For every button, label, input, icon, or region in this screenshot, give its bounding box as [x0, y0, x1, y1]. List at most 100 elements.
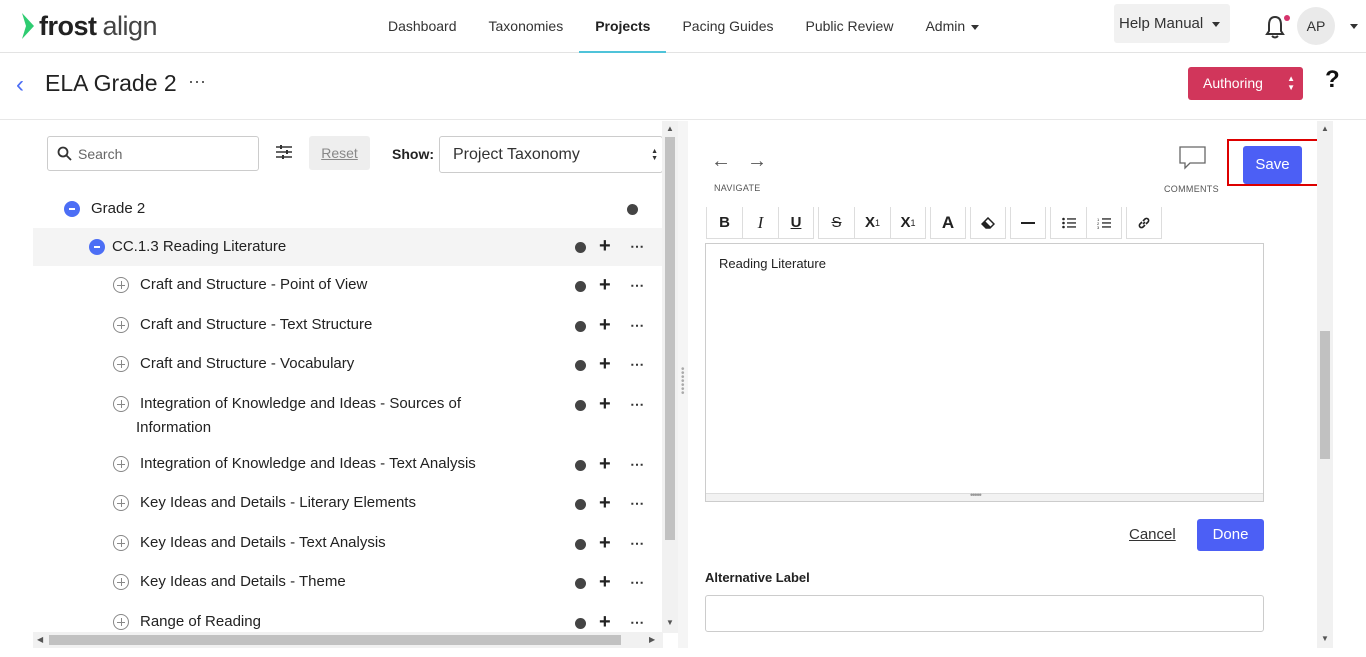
tree-node[interactable]: Range of Reading + ⋯ — [33, 610, 663, 634]
collapse-icon[interactable] — [89, 239, 105, 255]
scroll-down-arrow-icon[interactable]: ▼ — [1321, 635, 1329, 643]
back-arrow-icon[interactable]: ‹ — [16, 73, 24, 97]
expand-icon[interactable] — [113, 574, 129, 590]
tree-node[interactable]: Craft and Structure - Text Structure + ⋯ — [33, 313, 663, 343]
status-dropdown[interactable]: Authoring ▲ ▼ — [1188, 67, 1303, 100]
add-child-icon[interactable]: + — [599, 493, 611, 513]
bold-icon[interactable]: B — [706, 207, 742, 239]
more-options-icon[interactable]: ⋯ — [630, 575, 645, 589]
add-child-icon[interactable]: + — [599, 394, 611, 414]
expand-icon[interactable] — [113, 277, 129, 293]
filter-sliders-icon[interactable] — [276, 145, 292, 159]
more-options-icon[interactable]: ⋯ — [188, 72, 207, 93]
numbered-list-icon[interactable]: 123 — [1086, 207, 1122, 239]
cancel-link[interactable]: Cancel — [1129, 526, 1176, 543]
more-options-icon[interactable]: ⋯ — [630, 457, 645, 471]
help-manual-dropdown[interactable]: Help Manual — [1114, 4, 1230, 43]
expand-icon[interactable] — [113, 614, 129, 630]
add-child-icon[interactable]: + — [599, 315, 611, 335]
frost-align-logo[interactable]: frost align — [20, 10, 158, 42]
tree-node[interactable]: Craft and Structure - Point of View + ⋯ — [33, 273, 663, 303]
nav-pacing-guides[interactable]: Pacing Guides — [666, 0, 789, 53]
tree-node[interactable]: Key Ideas and Details - Literary Element… — [33, 491, 663, 521]
arrow-right-icon[interactable]: → — [747, 150, 767, 172]
rich-text-editor[interactable]: Reading Literature ••••• — [705, 243, 1264, 502]
nav-admin[interactable]: Admin — [909, 0, 995, 53]
expand-icon[interactable] — [113, 356, 129, 372]
add-child-icon[interactable]: + — [599, 236, 611, 256]
editor-vertical-scrollbar[interactable]: ▲ ▼ — [1317, 121, 1333, 648]
clear-format-icon[interactable] — [970, 207, 1006, 239]
tree-node-grade-2[interactable]: Grade 2 — [33, 195, 663, 223]
editor-content[interactable]: Reading Literature — [719, 256, 826, 271]
add-child-icon[interactable]: + — [599, 533, 611, 553]
add-child-icon[interactable]: + — [599, 612, 611, 632]
scroll-down-arrow-icon[interactable]: ▼ — [666, 619, 674, 627]
tree-horizontal-scrollbar[interactable]: ◀ ▶ — [33, 632, 663, 648]
tree-node[interactable]: Integration of Knowledge and Ideas - Tex… — [33, 452, 663, 482]
scroll-up-arrow-icon[interactable]: ▲ — [1321, 125, 1329, 133]
scrollbar-thumb[interactable] — [1320, 331, 1330, 459]
alternative-label-input[interactable] — [705, 595, 1264, 632]
add-child-icon[interactable]: + — [599, 454, 611, 474]
scrollbar-thumb[interactable] — [49, 635, 621, 645]
editor-resize-handle[interactable]: ••••• — [706, 490, 1263, 501]
scroll-right-arrow-icon[interactable]: ▶ — [649, 636, 655, 644]
expand-icon[interactable] — [113, 396, 129, 412]
horizontal-rule-icon[interactable] — [1010, 207, 1046, 239]
tree-node[interactable]: Craft and Structure - Vocabulary + ⋯ — [33, 352, 663, 382]
tree-node-cc13[interactable]: CC.1.3 Reading Literature + ⋯ — [33, 228, 663, 266]
more-options-icon[interactable]: ⋯ — [630, 318, 645, 332]
collapse-icon[interactable] — [64, 201, 80, 217]
scroll-up-arrow-icon[interactable]: ▲ — [666, 125, 674, 133]
subscript-icon[interactable]: X1 — [890, 207, 926, 239]
show-select[interactable]: Project Taxonomy ▲ ▼ — [439, 136, 663, 173]
tree-node[interactable]: Key Ideas and Details - Theme + ⋯ — [33, 570, 663, 600]
tree-node-label: Key Ideas and Details - Theme — [140, 573, 346, 590]
add-child-icon[interactable]: + — [599, 572, 611, 592]
main-nav: Dashboard Taxonomies Projects Pacing Gui… — [372, 0, 995, 53]
more-options-icon[interactable]: ⋯ — [630, 536, 645, 550]
expand-icon[interactable] — [113, 317, 129, 333]
notification-bell-icon[interactable] — [1264, 14, 1286, 40]
save-button[interactable]: Save — [1243, 146, 1302, 184]
nav-taxonomies[interactable]: Taxonomies — [473, 0, 580, 53]
scrollbar-thumb[interactable] — [665, 137, 675, 540]
more-options-icon[interactable]: ⋯ — [630, 496, 645, 510]
more-options-icon[interactable]: ⋯ — [630, 615, 645, 629]
drag-handle-icon[interactable]: • • • • • • • — [681, 365, 685, 399]
tree-vertical-scrollbar[interactable]: ▲ ▼ — [662, 121, 678, 633]
more-options-icon[interactable]: ⋯ — [630, 357, 645, 371]
status-dot-icon — [627, 204, 638, 215]
show-label: Show: — [392, 146, 434, 162]
link-icon[interactable] — [1126, 207, 1162, 239]
nav-dashboard[interactable]: Dashboard — [372, 0, 473, 53]
comment-icon[interactable] — [1178, 145, 1207, 171]
done-button[interactable]: Done — [1197, 519, 1264, 551]
tree-node[interactable]: Integration of Knowledge and Ideas - Sou… — [33, 392, 663, 442]
search-input[interactable] — [78, 137, 253, 170]
italic-icon[interactable]: I — [742, 207, 778, 239]
underline-icon[interactable]: U — [778, 207, 814, 239]
bullet-list-icon[interactable] — [1050, 207, 1086, 239]
arrow-left-icon[interactable]: ← — [711, 150, 731, 172]
expand-icon[interactable] — [113, 495, 129, 511]
superscript-icon[interactable]: X1 — [854, 207, 890, 239]
expand-icon[interactable] — [113, 456, 129, 472]
more-options-icon[interactable]: ⋯ — [630, 397, 645, 411]
nav-projects[interactable]: Projects — [579, 0, 667, 53]
expand-icon[interactable] — [113, 535, 129, 551]
more-options-icon[interactable]: ⋯ — [630, 239, 645, 253]
strikethrough-icon[interactable]: S — [818, 207, 854, 239]
font-color-icon[interactable]: A — [930, 207, 966, 239]
scroll-left-arrow-icon[interactable]: ◀ — [37, 636, 43, 644]
help-icon[interactable]: ? — [1325, 66, 1340, 94]
reset-button[interactable]: Reset — [309, 136, 370, 170]
add-child-icon[interactable]: + — [599, 275, 611, 295]
chevron-down-icon[interactable] — [1350, 24, 1358, 29]
add-child-icon[interactable]: + — [599, 354, 611, 374]
nav-public-review[interactable]: Public Review — [790, 0, 910, 53]
tree-node[interactable]: Key Ideas and Details - Text Analysis + … — [33, 531, 663, 561]
user-avatar[interactable]: AP — [1297, 7, 1335, 45]
more-options-icon[interactable]: ⋯ — [630, 278, 645, 292]
